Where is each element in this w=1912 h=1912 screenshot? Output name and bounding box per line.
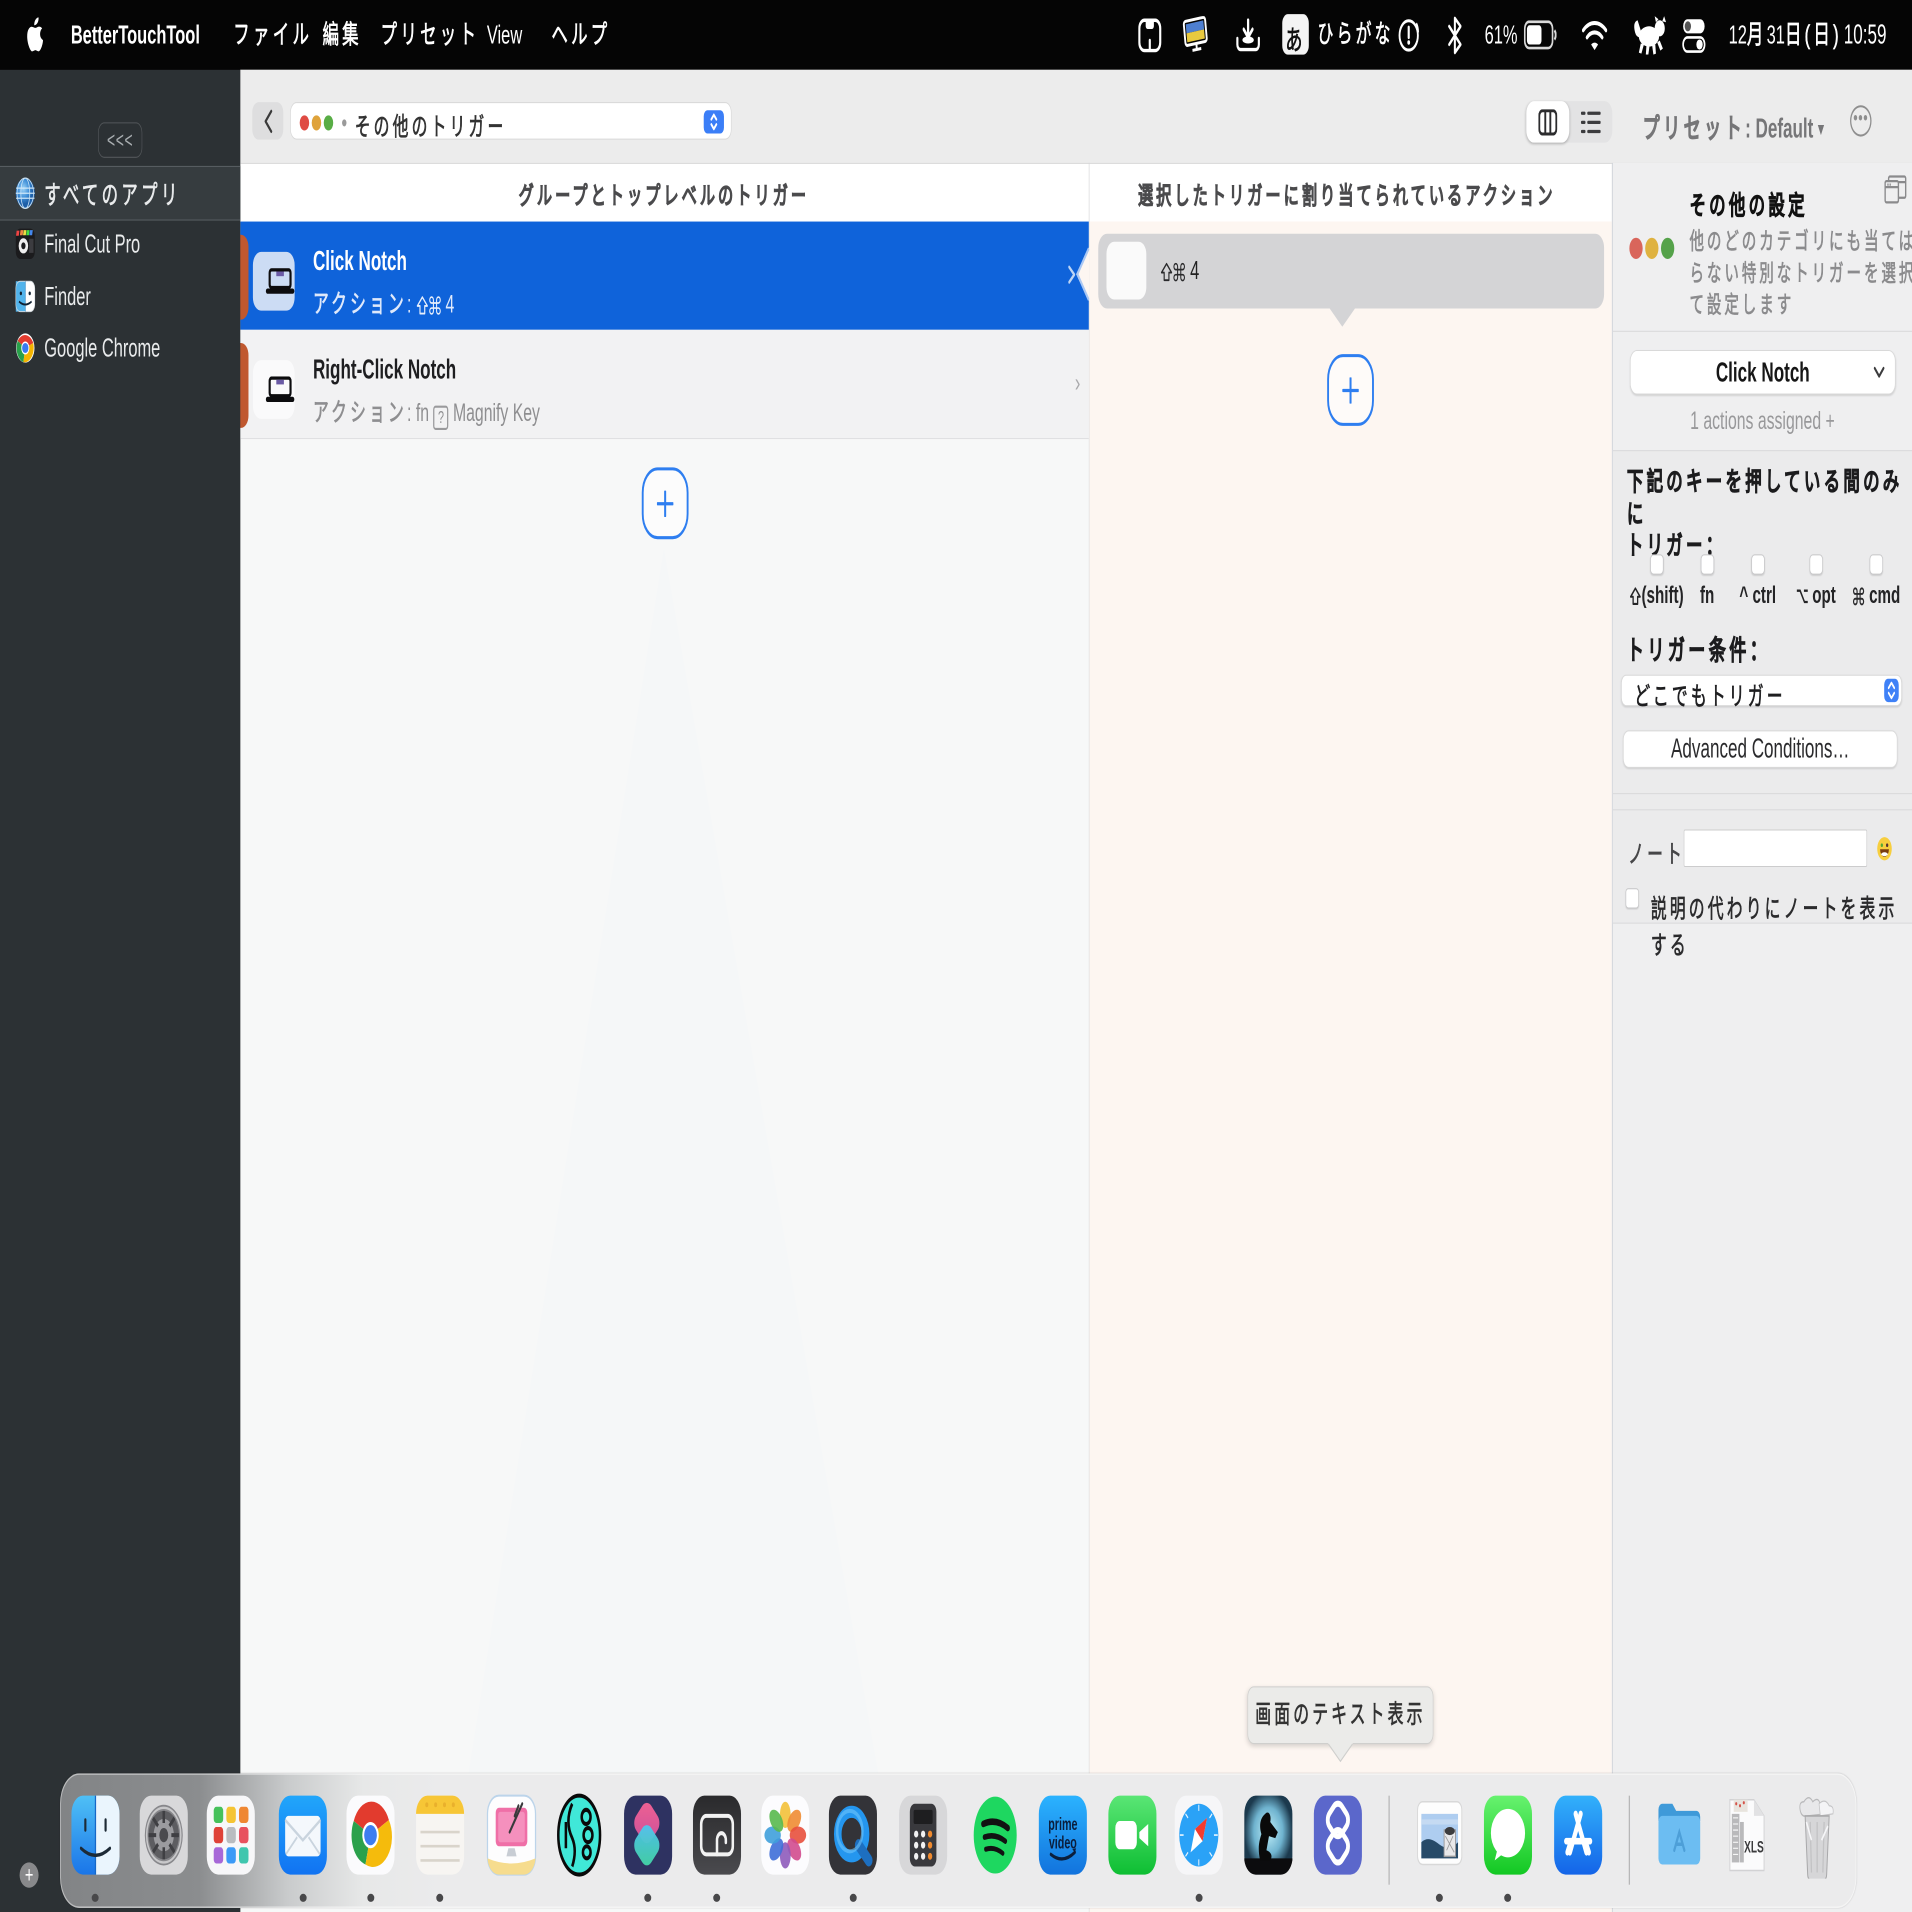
svg-text:XLS: XLS — [1744, 1838, 1764, 1856]
svg-text:video: video — [1049, 1834, 1077, 1853]
svg-text:prime: prime — [1048, 1816, 1077, 1835]
